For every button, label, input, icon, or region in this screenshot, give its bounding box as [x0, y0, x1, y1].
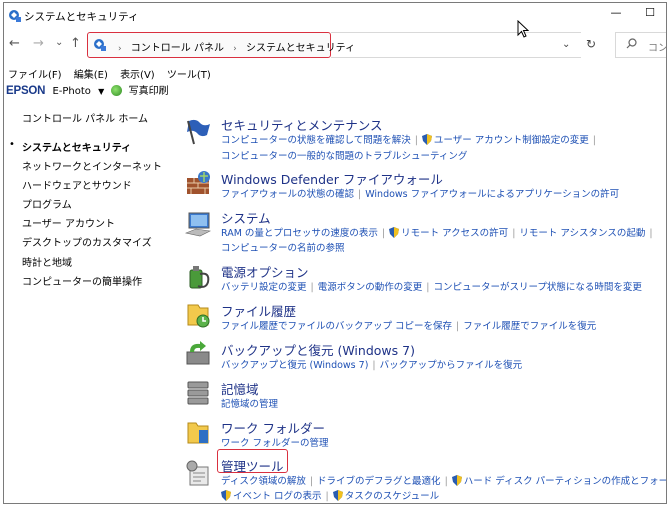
system-security-icon: [9, 10, 21, 22]
photo-print-icon: [111, 85, 123, 96]
link-computer-name[interactable]: コンピューターの名前の参照: [221, 243, 345, 254]
sidebar-item-desktop[interactable]: デスクトップのカスタマイズ: [22, 234, 152, 249]
epson-logo: EPSON: [6, 85, 46, 97]
flag-icon: [187, 119, 210, 145]
back-button[interactable]: ←: [9, 36, 20, 51]
power-options-icon: [189, 266, 210, 289]
address-dropdown-button[interactable]: ⌄: [562, 39, 570, 50]
link-uac-settings[interactable]: ユーザー アカウント制御設定の変更: [434, 135, 589, 146]
firewall-icon: [187, 171, 210, 194]
mouse-cursor-icon: [517, 20, 529, 38]
storage-spaces-icon: [187, 381, 209, 405]
backup-restore-icon: [186, 341, 210, 365]
uac-shield-icon: [221, 490, 231, 501]
link-remote-assistance[interactable]: リモート アシスタンスの起動: [519, 228, 645, 239]
title-bar: システムとセキュリティ — ☐: [4, 3, 666, 29]
menu-bar: ファイル(F) 編集(E) 表示(V) ツール(T): [8, 66, 220, 81]
link-battery-settings[interactable]: バッテリ設定の変更: [221, 282, 307, 293]
work-folders-icon: [187, 422, 209, 444]
control-panel-window: システムとセキュリティ — ☐ ← → ⌄ ↑ › コントロール パネル › シ…: [3, 2, 667, 504]
menu-file[interactable]: ファイル(F): [8, 70, 62, 81]
category-links-system: RAM の量とプロセッサの速度の表示 | リモート アクセスの許可 | リモート アシス…: [221, 227, 653, 239]
uac-shield-icon: [332, 490, 343, 501]
breadcrumb-control-panel[interactable]: コントロール パネル: [131, 43, 224, 54]
sidebar-item-control-panel-home[interactable]: コントロール パネル ホーム: [22, 110, 148, 125]
link-disk-cleanup[interactable]: ディスク領域の解放: [221, 476, 306, 487]
search-input[interactable]: コント: [615, 32, 667, 58]
uac-shield-icon: [389, 227, 400, 238]
up-button[interactable]: ↑: [70, 36, 81, 51]
search-placeholder: コント: [648, 43, 667, 54]
link-remote-access[interactable]: リモート アクセスの許可: [401, 228, 508, 239]
breadcrumb: › コントロール パネル › システムとセキュリティ: [112, 39, 355, 54]
breadcrumb-separator: ›: [118, 44, 122, 54]
menu-view[interactable]: 表示(V): [120, 70, 155, 81]
link-power-button[interactable]: 電源ボタンの動作の変更: [318, 282, 423, 293]
epson-toolbar: EPSON E-Photo ▼ 写真印刷: [6, 82, 169, 98]
category-links-security-maintenance-2: コンピューターの一般的な問題のトラブルシューティング: [221, 148, 467, 162]
link-defragment[interactable]: ドライブのデフラグと最適化: [317, 476, 441, 487]
recent-locations-button[interactable]: ⌄: [55, 37, 63, 48]
search-icon: [626, 38, 637, 49]
category-links-backup: バックアップと復元 (Windows 7) | バックアップからファイルを復元: [221, 360, 523, 371]
link-sleep-time[interactable]: コンピューターがスリープ状態になる時間を変更: [433, 282, 641, 293]
sidebar-item-programs[interactable]: プログラム: [22, 196, 72, 211]
link-file-history-restore[interactable]: ファイル履歴でファイルを復元: [463, 321, 596, 332]
link-disk-partitions[interactable]: ハード ディスク パーティションの作成とフォーマット: [464, 476, 666, 487]
breadcrumb-separator: ›: [233, 44, 237, 54]
active-bullet: •: [9, 139, 15, 150]
link-file-history-backup[interactable]: ファイル履歴でファイルのバックアップ コピーを保存: [221, 321, 452, 332]
sidebar-item-clock-region[interactable]: 時計と地域: [22, 254, 72, 269]
link-schedule-tasks[interactable]: タスクのスケジュール: [345, 491, 439, 502]
category-links-system-2: コンピューターの名前の参照: [221, 240, 345, 254]
link-manage-storage[interactable]: 記憶域の管理: [221, 399, 278, 410]
sidebar-item-system-security[interactable]: システムとセキュリティ: [22, 139, 131, 154]
sidebar-item-user-accounts[interactable]: ユーザー アカウント: [22, 215, 115, 230]
control-panel-icon: [94, 39, 106, 51]
address-bar[interactable]: › コントロール パネル › システムとセキュリティ: [87, 32, 355, 58]
category-links-admin-tools: ディスク領域の解放 | ドライブのデフラグと最適化 | ハード ディスク パーティション…: [221, 473, 666, 487]
sidebar-item-ease-of-access[interactable]: コンピューターの簡単操作: [22, 273, 142, 288]
link-troubleshooting[interactable]: コンピューターの一般的な問題のトラブルシューティング: [221, 151, 467, 162]
link-firewall-status[interactable]: ファイアウォールの状態の確認: [221, 189, 354, 200]
uac-shield-icon: [451, 475, 462, 486]
category-links-power: バッテリ設定の変更 | 電源ボタンの動作の変更 | コンピューターがスリープ状態になる時…: [221, 282, 642, 293]
forward-button[interactable]: →: [33, 36, 44, 51]
system-monitor-icon: [184, 212, 211, 237]
link-manage-work-folders[interactable]: ワーク フォルダーの管理: [221, 438, 329, 449]
uac-shield-icon: [421, 134, 432, 145]
link-restore-from-backup[interactable]: バックアップからファイルを復元: [380, 360, 523, 371]
menu-tools[interactable]: ツール(T): [167, 70, 211, 81]
category-links-security-maintenance: コンピューターの状態を確認して問題を解決 | ユーザー アカウント制御設定の変更 |: [221, 134, 596, 146]
link-event-logs[interactable]: イベント ログの表示: [233, 491, 322, 502]
refresh-button[interactable]: ↻: [586, 37, 596, 51]
minimize-button[interactable]: —: [606, 6, 626, 19]
link-check-status[interactable]: コンピューターの状態を確認して問題を解決: [221, 135, 411, 146]
epson-photo-button[interactable]: E-Photo: [52, 86, 90, 97]
administrative-tools-icon: [186, 460, 209, 486]
category-links-storage: 記憶域の管理: [221, 396, 278, 410]
link-ram-processor[interactable]: RAM の量とプロセッサの速度の表示: [221, 228, 378, 239]
photo-print-button[interactable]: 写真印刷: [129, 86, 169, 97]
maximize-button[interactable]: ☐: [640, 6, 660, 19]
category-links-file-history: ファイル履歴でファイルのバックアップ コピーを保存 | ファイル履歴でファイルを復元: [221, 321, 597, 332]
sidebar-item-hardware-sound[interactable]: ハードウェアとサウンド: [22, 177, 132, 192]
file-history-icon: [187, 304, 210, 328]
menu-edit[interactable]: 編集(E): [74, 70, 108, 81]
sidebar-item-network[interactable]: ネットワークとインターネット: [22, 158, 162, 173]
link-backup-restore-win7[interactable]: バックアップと復元 (Windows 7): [221, 360, 368, 371]
category-links-work-folders: ワーク フォルダーの管理: [221, 435, 329, 449]
epson-dropdown-icon[interactable]: ▼: [98, 87, 104, 96]
link-firewall-allow-app[interactable]: Windows ファイアウォールによるアプリケーションの許可: [365, 189, 619, 200]
category-links-admin-tools-2: イベント ログの表示 | タスクのスケジュール: [221, 488, 439, 502]
category-links-firewall: ファイアウォールの状態の確認 | Windows ファイアウォールによるアプリケーシ…: [221, 189, 620, 200]
navigation-bar: ← → ⌄ ↑ › コントロール パネル › システムとセキュリティ ⌄ ↻ コ…: [4, 30, 666, 60]
window-title: システムとセキュリティ: [24, 11, 139, 23]
address-bar-extension[interactable]: [331, 32, 581, 58]
